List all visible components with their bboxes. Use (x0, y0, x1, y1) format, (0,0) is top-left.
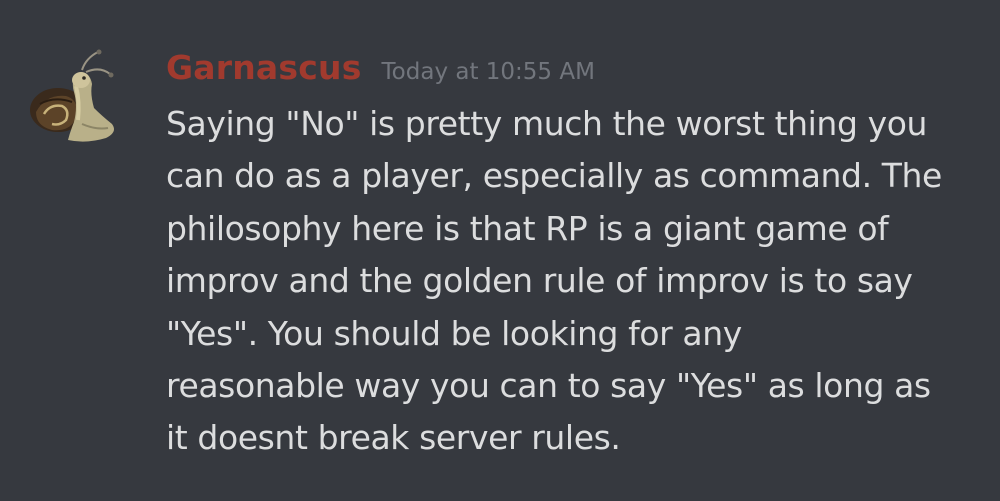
message-content: Saying "No" is pretty much the worst thi… (166, 98, 976, 465)
username[interactable]: Garnascus (166, 48, 362, 87)
message-line: Saying "No" is pretty much the worst thi… (166, 104, 928, 143)
message-timestamp[interactable]: Today at 10:55 AM (382, 59, 595, 85)
snail-avatar-icon (30, 49, 114, 142)
message-line: reasonable way you can to say "Yes" as l… (166, 366, 931, 406)
message-line: improv and the golden rule of improv is … (166, 261, 913, 301)
message-line: it doesnt break server rules. (166, 418, 621, 458)
message-line: "Yes". You should be looking for any (166, 313, 742, 353)
message-line: philosophy here is that RP is a giant ga… (166, 208, 889, 248)
message-header: Garnascus Today at 10:55 AM (166, 48, 595, 87)
user-avatar[interactable] (24, 44, 136, 156)
chat-message: Garnascus Today at 10:55 AM Saying "No" … (0, 0, 1000, 501)
message-line: can do as a player, especially as comman… (166, 156, 942, 196)
